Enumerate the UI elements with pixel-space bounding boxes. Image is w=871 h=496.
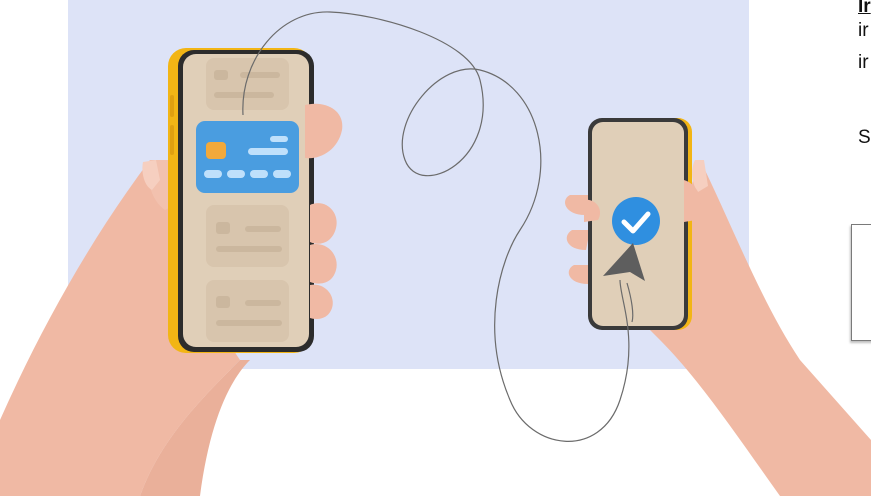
side-text-line: S [858, 127, 871, 148]
credit-card-icon [196, 121, 299, 193]
side-link[interactable]: Ir [858, 0, 871, 18]
left-fingers [305, 103, 343, 319]
left-phone [168, 48, 314, 353]
side-text-line: ir [858, 52, 869, 73]
payment-illustration [0, 11, 871, 496]
side-card[interactable] [851, 224, 871, 341]
checkmark-icon [612, 197, 660, 245]
side-text-line: ir [858, 20, 869, 41]
